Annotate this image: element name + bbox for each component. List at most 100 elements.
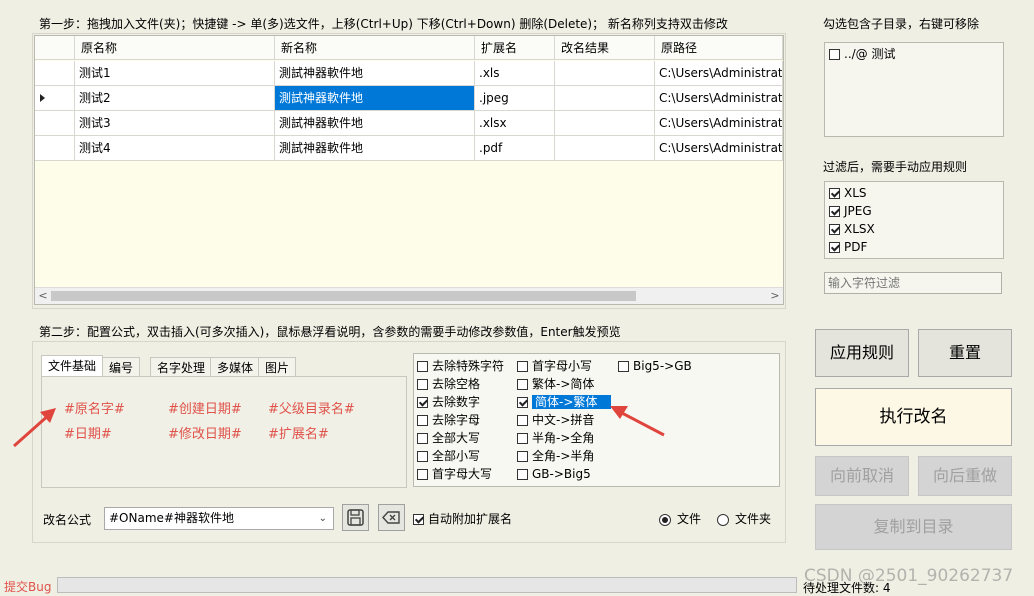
row-header[interactable] xyxy=(35,111,75,136)
execute-rename-button[interactable]: 执行改名 xyxy=(815,388,1012,446)
option-item[interactable]: 全部大写 xyxy=(417,430,480,446)
cell-new[interactable]: 測試神器軟件地 xyxy=(275,136,475,161)
col-header-new[interactable]: 新名称 xyxy=(275,36,475,60)
option-checkbox[interactable] xyxy=(517,379,528,390)
col-header-path[interactable]: 原路径 xyxy=(655,36,783,60)
cell-new-selected[interactable]: 測試神器軟件地 xyxy=(275,86,475,111)
tab-numbering[interactable]: 编号 xyxy=(102,357,141,377)
scroll-left-icon[interactable]: < xyxy=(35,288,51,304)
scroll-right-icon[interactable]: > xyxy=(767,288,783,304)
filter-checkbox[interactable] xyxy=(829,188,840,199)
cell-path[interactable]: C:\Users\Administrato xyxy=(655,111,783,136)
var-orig-name[interactable]: #原名字# xyxy=(64,398,125,417)
col-header-ext[interactable]: 扩展名 xyxy=(475,36,555,60)
copy-to-dir-button[interactable]: 复制到目录 xyxy=(815,504,1012,550)
redo-button[interactable]: 向后重做 xyxy=(918,456,1012,496)
option-item-highlighted[interactable]: 简体->繁体 xyxy=(517,394,612,410)
submit-bug-link[interactable]: 提交Bug xyxy=(4,578,51,595)
cell-ext[interactable]: .jpeg xyxy=(475,86,555,111)
filter-item[interactable]: XLSX xyxy=(829,221,875,237)
filter-input[interactable] xyxy=(824,272,1002,294)
option-checkbox[interactable] xyxy=(517,361,528,372)
option-checkbox[interactable] xyxy=(517,469,528,480)
cell-orig[interactable]: 测试4 xyxy=(75,136,275,161)
option-item[interactable]: 全部小写 xyxy=(417,448,480,464)
option-checkbox[interactable] xyxy=(417,397,428,408)
option-item[interactable]: 半角->全角 xyxy=(517,430,594,446)
chevron-down-icon[interactable]: ⌄ xyxy=(319,508,327,529)
undo-button[interactable]: 向前取消 xyxy=(815,456,909,496)
var-date[interactable]: #日期# xyxy=(64,423,112,442)
tab-name-processing[interactable]: 名字处理 xyxy=(150,357,213,377)
option-item[interactable]: 首字母小写 xyxy=(517,358,592,374)
filter-item[interactable]: PDF xyxy=(829,239,867,255)
option-item[interactable]: Big5->GB xyxy=(618,358,692,374)
subdir-checkbox[interactable] xyxy=(829,49,840,60)
option-checkbox[interactable] xyxy=(517,415,528,426)
formula-select[interactable]: #OName#神器软件地 ⌄ xyxy=(104,507,334,530)
table-row[interactable]: 测试4 測試神器軟件地 .pdf C:\Users\Administrato xyxy=(35,136,783,161)
row-header-current[interactable] xyxy=(35,86,75,111)
cell-new[interactable]: 測試神器軟件地 xyxy=(275,111,475,136)
cell-path[interactable]: C:\Users\Administrato xyxy=(655,86,783,111)
horizontal-scrollbar[interactable]: < > xyxy=(35,287,783,304)
option-item[interactable]: 去除数字 xyxy=(417,394,480,410)
option-checkbox[interactable] xyxy=(417,415,428,426)
col-header-result[interactable]: 改名结果 xyxy=(555,36,655,60)
option-item[interactable]: 全角->半角 xyxy=(517,448,594,464)
tab-file-basic[interactable]: 文件基础 xyxy=(41,355,104,377)
cell-orig[interactable]: 测试3 xyxy=(75,111,275,136)
option-checkbox[interactable] xyxy=(417,451,428,462)
cell-path[interactable]: C:\Users\Administrato xyxy=(655,136,783,161)
filter-item[interactable]: XLS xyxy=(829,185,867,201)
col-header-orig[interactable]: 原名称 xyxy=(75,36,275,60)
option-item[interactable]: 去除字母 xyxy=(417,412,480,428)
option-item[interactable]: 首字母大写 xyxy=(417,466,492,482)
filter-checkbox[interactable] xyxy=(829,224,840,235)
cell-ext[interactable]: .xlsx xyxy=(475,111,555,136)
row-header[interactable] xyxy=(35,136,75,161)
radio-file-option[interactable]: 文件 xyxy=(659,511,701,527)
cell-path[interactable]: C:\Users\Administrato xyxy=(655,61,783,86)
apply-rules-button[interactable]: 应用规则 xyxy=(815,329,909,377)
table-row[interactable]: 测试2 測試神器軟件地 .jpeg C:\Users\Administrato xyxy=(35,86,783,111)
option-item[interactable]: 中文->拼音 xyxy=(517,412,594,428)
filter-checkbox[interactable] xyxy=(829,242,840,253)
reset-button[interactable]: 重置 xyxy=(918,329,1012,377)
cell-result[interactable] xyxy=(555,61,655,86)
cell-new[interactable]: 測試神器軟件地 xyxy=(275,61,475,86)
auto-ext-option[interactable]: 自动附加扩展名 xyxy=(413,511,512,527)
option-item[interactable]: GB->Big5 xyxy=(517,466,591,482)
cell-orig[interactable]: 测试2 xyxy=(75,86,275,111)
var-parent-dir[interactable]: #父级目录名# xyxy=(268,398,355,417)
option-checkbox[interactable] xyxy=(417,379,428,390)
option-checkbox[interactable] xyxy=(417,433,428,444)
option-item[interactable]: 繁体->简体 xyxy=(517,376,594,392)
cell-ext[interactable]: .pdf xyxy=(475,136,555,161)
filter-list[interactable]: XLS JPEG XLSX PDF xyxy=(824,181,1004,259)
option-checkbox[interactable] xyxy=(517,397,528,408)
radio-folder[interactable] xyxy=(717,513,729,526)
table-row[interactable]: 测试1 測試神器軟件地 .xls C:\Users\Administrato xyxy=(35,61,783,86)
option-item[interactable]: 去除空格 xyxy=(417,376,480,392)
scroll-thumb[interactable] xyxy=(51,291,636,301)
subdir-item[interactable]: ../@ 测试 xyxy=(829,46,896,62)
subdir-list[interactable]: ../@ 测试 xyxy=(824,42,1004,137)
radio-file[interactable] xyxy=(659,513,671,526)
file-grid[interactable]: 原名称 新名称 扩展名 改名结果 原路径 测试1 測試神器軟件地 .xls C:… xyxy=(34,35,784,305)
clear-formula-button[interactable] xyxy=(378,504,405,531)
option-item[interactable]: 去除特殊字符 xyxy=(417,358,504,374)
cell-result[interactable] xyxy=(555,111,655,136)
option-checkbox[interactable] xyxy=(517,433,528,444)
filter-item[interactable]: JPEG xyxy=(829,203,872,219)
table-row[interactable]: 测试3 測試神器軟件地 .xlsx C:\Users\Administrato xyxy=(35,111,783,136)
radio-folder-option[interactable]: 文件夹 xyxy=(717,511,771,527)
tab-image[interactable]: 图片 xyxy=(258,357,297,377)
var-extension[interactable]: #扩展名# xyxy=(268,423,329,442)
option-checkbox[interactable] xyxy=(417,469,428,480)
row-header[interactable] xyxy=(35,61,75,86)
option-checkbox[interactable] xyxy=(417,361,428,372)
cell-orig[interactable]: 测试1 xyxy=(75,61,275,86)
cell-result[interactable] xyxy=(555,136,655,161)
cell-result[interactable] xyxy=(555,86,655,111)
